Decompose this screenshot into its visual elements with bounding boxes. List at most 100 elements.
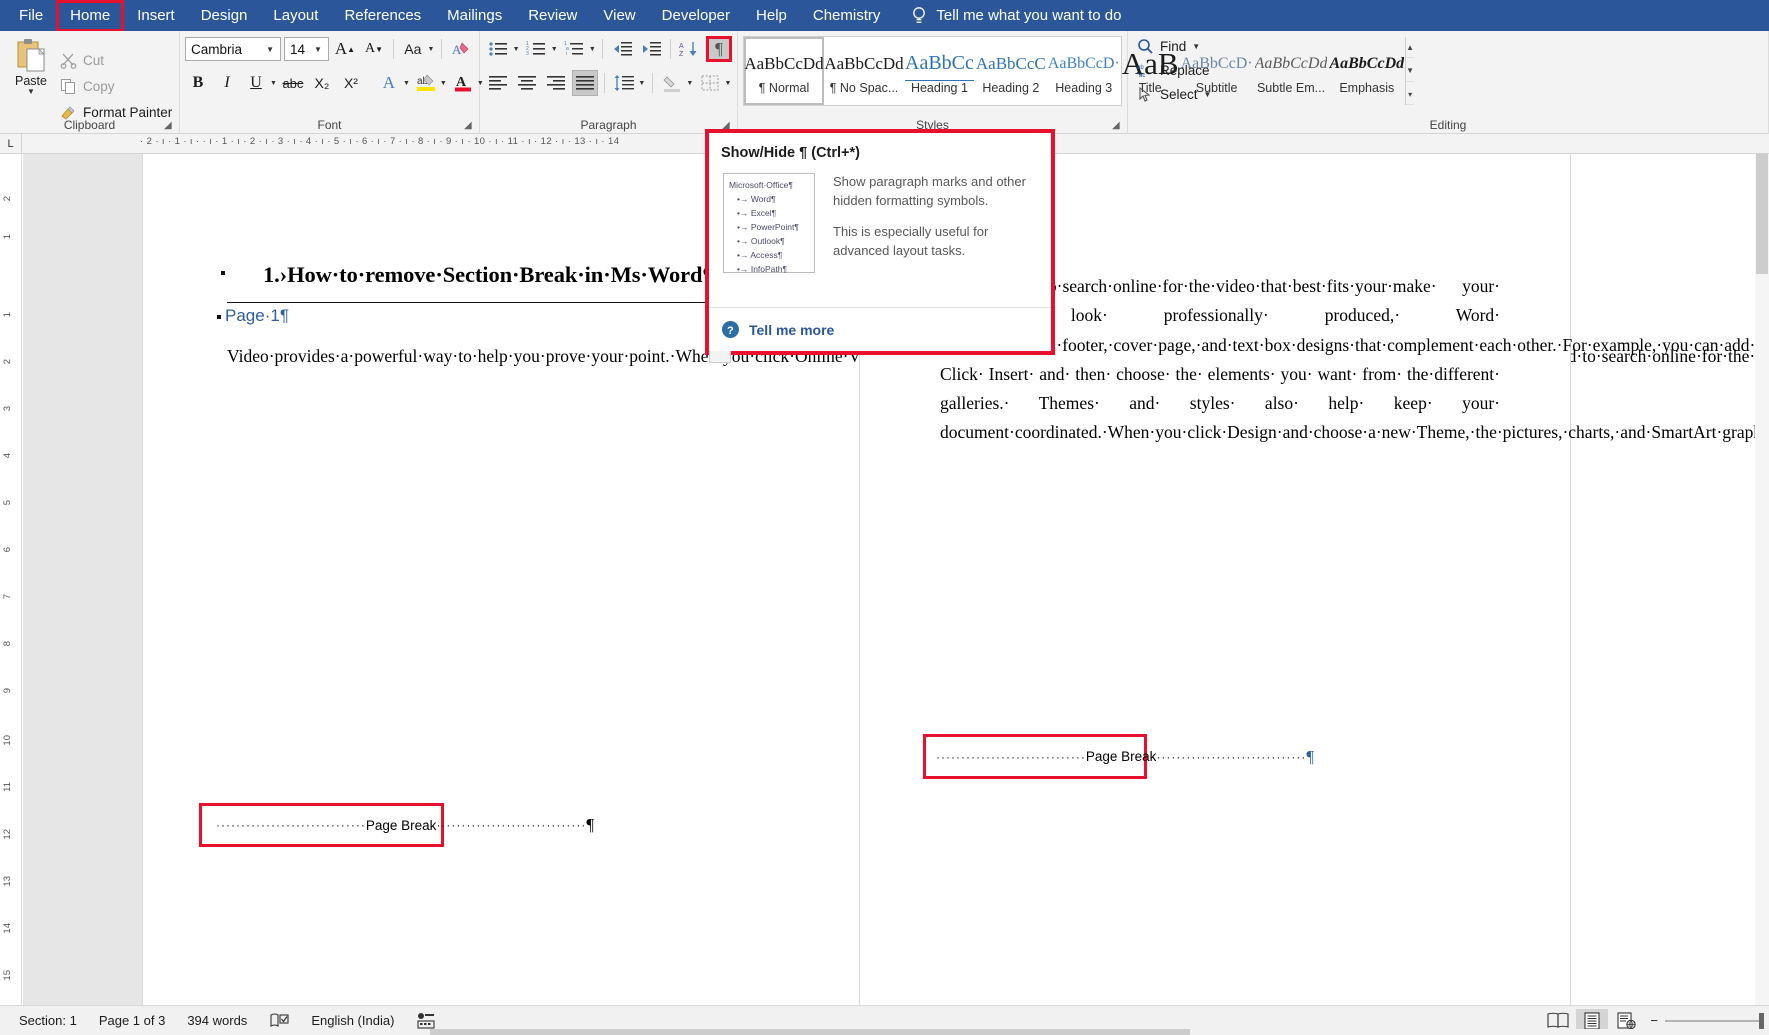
numbering-button[interactable]: 1 2 3 — [523, 36, 549, 62]
superscript-button[interactable]: X² — [338, 70, 364, 96]
tell-me-search[interactable]: Tell me what you want to do — [911, 6, 1121, 26]
style-no-spacing[interactable]: AaBbCcDd ¶ No Spac... — [824, 37, 904, 105]
text-highlight-button[interactable]: ab — [413, 70, 439, 96]
tab-references[interactable]: References — [331, 1, 434, 31]
text-effects-button[interactable]: A — [376, 70, 402, 96]
style-heading-2[interactable]: AaBbCcC Heading 2 — [975, 37, 1047, 105]
strikethrough-button[interactable]: abc — [280, 70, 306, 96]
zoom-slider[interactable]: − — [1644, 1013, 1761, 1028]
zoom-knob[interactable] — [1759, 1013, 1764, 1029]
align-center-button[interactable] — [514, 70, 540, 96]
tab-insert[interactable]: Insert — [124, 1, 188, 31]
status-page[interactable]: Page 1 of 3 — [88, 1013, 177, 1028]
proofing-status[interactable] — [258, 1012, 300, 1030]
chevron-down-icon[interactable]: ▼ — [550, 36, 558, 62]
chevron-down-icon[interactable]: ▼ — [403, 70, 410, 96]
subscript-button[interactable]: X₂ — [309, 70, 335, 96]
status-word-count[interactable]: 394 words — [176, 1013, 258, 1028]
chevron-down-icon[interactable]: ▼ — [1204, 91, 1212, 98]
tab-home[interactable]: Home — [56, 0, 124, 32]
justify-button[interactable] — [572, 70, 598, 96]
cut-button[interactable]: Cut — [57, 50, 172, 72]
show-hide-paragraph-marks-button[interactable]: ¶ — [706, 36, 732, 62]
shrink-font-button[interactable]: A▼ — [361, 36, 387, 62]
clear-formatting-icon: A — [451, 39, 471, 59]
font-size-combo[interactable]: 14 ▼ — [284, 37, 329, 61]
chevron-down-icon[interactable]: ▼ — [588, 36, 596, 62]
style-heading-1[interactable]: AaBbCс Heading 1 — [904, 37, 975, 105]
horizontal-scrollbar[interactable] — [0, 1029, 1769, 1035]
style-normal[interactable]: AaBbCcDd ¶ Normal — [744, 37, 824, 105]
font-name-combo[interactable]: Cambria ▼ — [185, 37, 281, 61]
lightbulb-icon — [911, 6, 927, 26]
copy-button[interactable]: Copy — [57, 76, 172, 98]
ribbon-group-paragraph: ▼ 1 2 3 ▼ 1 a i ▼ — [480, 31, 738, 134]
grow-font-button[interactable]: A▲ — [332, 36, 358, 62]
chevron-down-icon[interactable]: ▼ — [440, 70, 447, 96]
tell-me-more-link[interactable]: Tell me more — [749, 322, 834, 338]
increase-indent-button[interactable] — [638, 36, 664, 62]
font-dialog-launcher[interactable]: ◢ — [464, 120, 475, 131]
shading-button[interactable] — [659, 70, 685, 96]
tab-file[interactable]: File — [6, 1, 56, 31]
vertical-scrollbar[interactable] — [1755, 154, 1769, 1005]
decrease-indent-button[interactable] — [609, 36, 635, 62]
list-bullet-marker — [217, 315, 221, 319]
chevron-down-icon[interactable]: ▼ — [270, 70, 277, 96]
bullets-button[interactable] — [485, 36, 511, 62]
align-right-button[interactable] — [543, 70, 569, 96]
macro-recording-icon-wrap[interactable] — [405, 1012, 447, 1030]
ribbon-group-clipboard: Paste ▼ Cut Copy — [0, 31, 180, 134]
select-button[interactable]: Select ▼ — [1133, 82, 1763, 106]
vertical-scrollbar-thumb[interactable] — [1756, 154, 1768, 274]
tab-view[interactable]: View — [590, 1, 648, 31]
horizontal-scrollbar-thumb[interactable] — [430, 1029, 1190, 1035]
underline-button[interactable]: U — [243, 70, 269, 96]
tab-review[interactable]: Review — [515, 1, 590, 31]
clear-formatting-button[interactable]: A — [448, 36, 474, 62]
align-left-button[interactable] — [485, 70, 511, 96]
sort-button[interactable]: A Z — [677, 36, 703, 62]
horizontal-ruler[interactable]: · 2 · ı · 1 · ı · · ı · 1 · ı · 2 · ı · … — [140, 136, 619, 152]
line-spacing-button[interactable] — [611, 70, 637, 96]
find-button[interactable]: Find ▼ — [1133, 34, 1763, 58]
tab-chemistry[interactable]: Chemistry — [800, 1, 894, 31]
chevron-down-icon[interactable]: ▼ — [427, 36, 435, 62]
clipboard-dialog-launcher[interactable]: ◢ — [164, 120, 175, 131]
chevron-down-icon[interactable]: ▼ — [638, 70, 646, 96]
replace-button[interactable]: ab ac Replace — [1133, 58, 1763, 82]
divider — [393, 39, 394, 59]
preview-line: •→ InfoPath¶ — [729, 262, 809, 276]
tab-stop-selector[interactable]: L — [0, 134, 22, 154]
tab-help[interactable]: Help — [743, 1, 800, 31]
tab-layout[interactable]: Layout — [260, 1, 331, 31]
chevron-down-icon[interactable]: ▼ — [310, 45, 326, 54]
bold-button[interactable]: B — [185, 70, 211, 96]
chevron-down-icon[interactable]: ▼ — [686, 70, 694, 96]
vertical-ruler[interactable]: 2 1 1 2 3 4 5 6 7 8 9 10 11 12 13 14 15 — [0, 154, 22, 1005]
status-language[interactable]: English (India) — [300, 1013, 405, 1028]
chevron-down-icon[interactable]: ▼ — [27, 88, 35, 95]
ribbon-group-styles: AaBbCcDd ¶ Normal AaBbCcDd ¶ No Spac... … — [738, 31, 1128, 134]
chevron-down-icon[interactable]: ▼ — [724, 70, 732, 96]
tab-mailings[interactable]: Mailings — [434, 1, 515, 31]
italic-button[interactable]: I — [214, 70, 240, 96]
chevron-down-icon[interactable]: ▼ — [1192, 43, 1200, 50]
tab-design[interactable]: Design — [188, 1, 261, 31]
page-break-label: Page Break — [1086, 749, 1157, 764]
zoom-out-button[interactable]: − — [1650, 1013, 1658, 1028]
page-break-dots: ······························ — [1156, 750, 1306, 764]
tab-developer[interactable]: Developer — [649, 1, 743, 31]
zoom-track[interactable] — [1665, 1020, 1761, 1022]
replace-icon: ab ac — [1137, 62, 1154, 79]
chevron-down-icon[interactable]: ▼ — [262, 45, 278, 54]
multilevel-list-button[interactable]: 1 a i — [561, 36, 587, 62]
chevron-down-icon[interactable]: ▼ — [512, 36, 520, 62]
style-heading-3[interactable]: AaBbCcD· Heading 3 — [1047, 37, 1121, 105]
change-case-button[interactable]: Aa — [400, 36, 426, 62]
styles-dialog-launcher[interactable]: ◢ — [1112, 120, 1123, 131]
font-color-button[interactable]: A — [450, 70, 476, 96]
borders-button[interactable] — [697, 70, 723, 96]
status-section[interactable]: Section: 1 — [8, 1013, 88, 1028]
tooltip-footer[interactable]: ? Tell me more — [709, 307, 1051, 351]
